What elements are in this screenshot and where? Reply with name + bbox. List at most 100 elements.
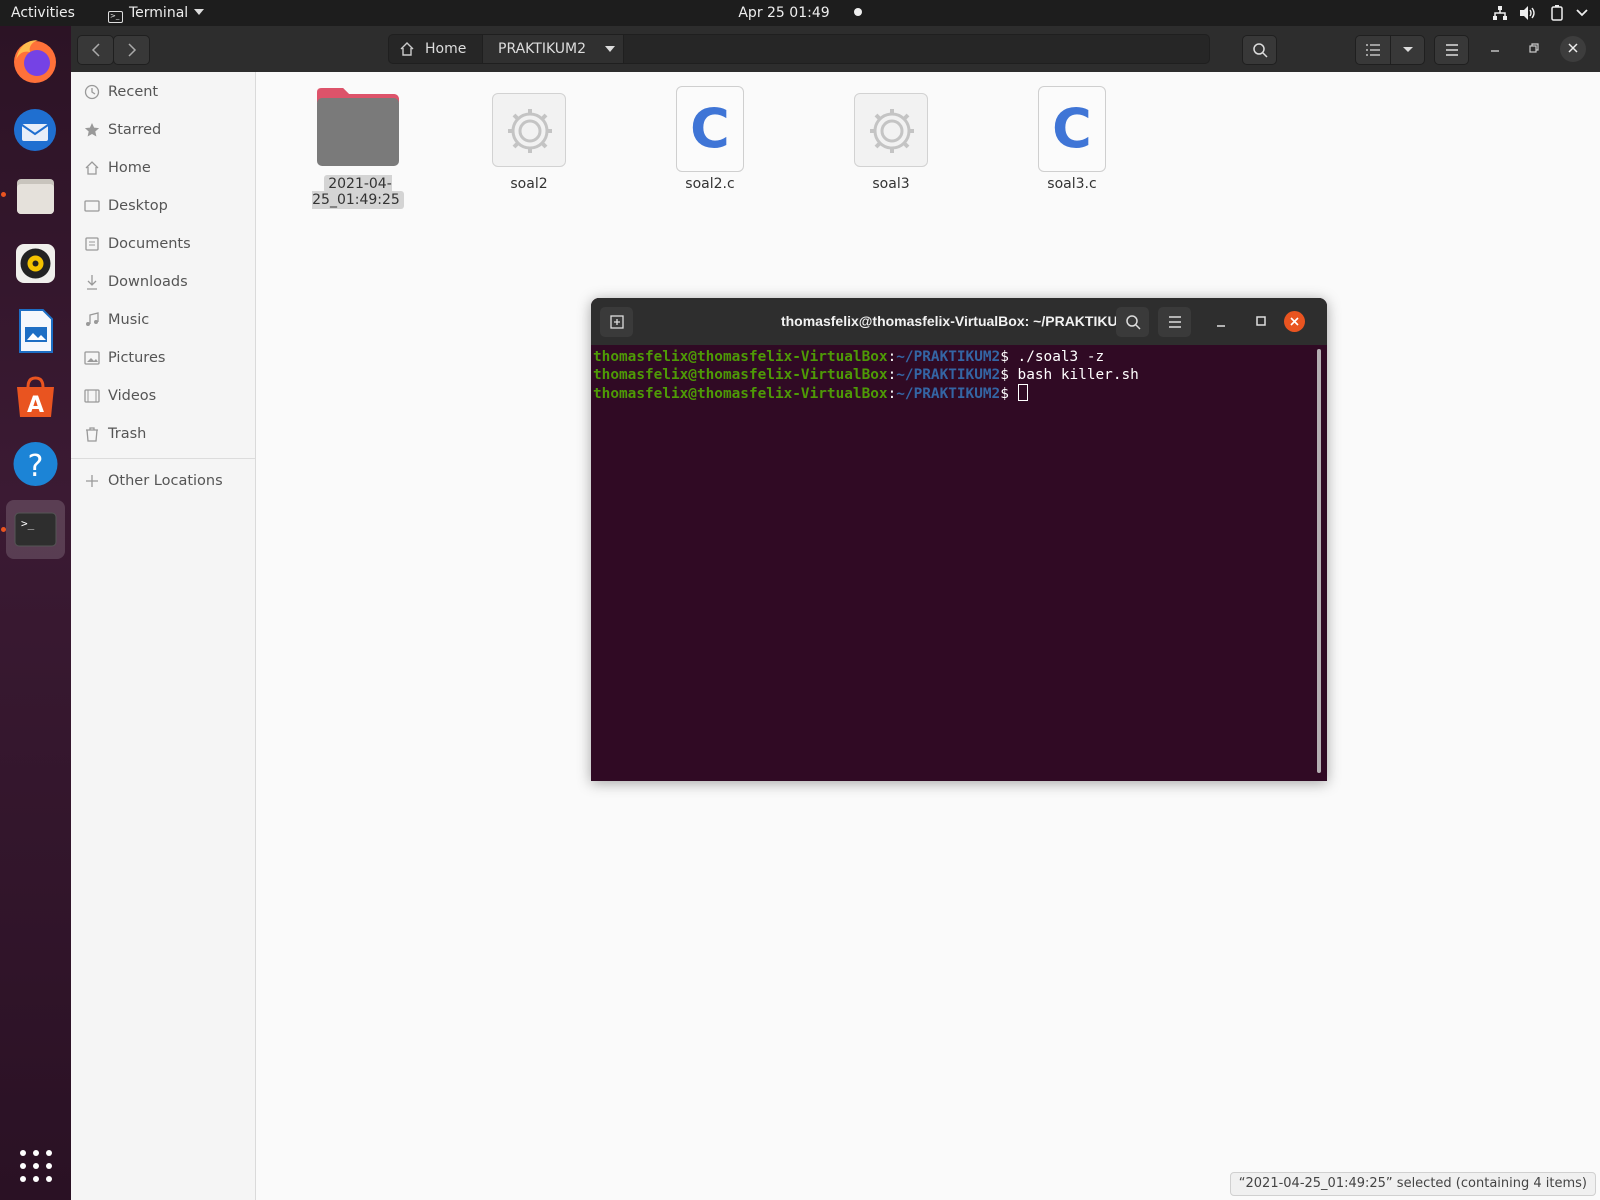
terminal-window[interactable]: thomasfelix@thomasfelix-VirtualBox: ~/PR… [591,298,1327,781]
picture-icon [84,351,100,365]
sidebar-item-label: Trash [108,426,147,442]
terminal-scrollbar[interactable] [1317,349,1321,773]
command-text: bash killer.sh [1017,367,1139,384]
c-source-icon: C [1038,86,1106,172]
prompt-path: ~/PRAKTIKUM2 [896,386,1001,403]
svg-text:>_: >_ [21,517,35,530]
command-text: ./soal3 -z [1017,349,1105,365]
dock: A ? >_ [0,26,71,1200]
maximize-icon[interactable] [1255,315,1267,327]
trash-icon [86,427,98,442]
sidebar-item-pictures[interactable]: Pictures [71,339,255,377]
close-icon [1568,43,1578,53]
sidebar-item-label: Desktop [108,198,168,214]
file-manager-header: Home PRAKTIKUM2 [71,26,1600,72]
sidebar-item-label: Music [108,312,150,328]
thunderbird-icon[interactable] [6,100,65,159]
clock[interactable]: Apr 25 01:49 [0,0,1600,26]
terminal-line: thomasfelix@thomasfelix-VirtualBox:~/PRA… [593,367,1139,384]
sidebar-item-music[interactable]: Music [71,301,255,339]
view-toggle-button[interactable] [1355,35,1391,65]
terminal-output[interactable]: thomasfelix@thomasfelix-VirtualBox:~/PRA… [593,348,1303,773]
terminal-icon[interactable]: >_ [6,500,65,559]
file-item[interactable]: soal3 [816,86,966,206]
sidebar-item-downloads[interactable]: Downloads [71,263,255,301]
file-name: soal3.c [1047,176,1097,192]
prompt-user: thomasfelix@thomasfelix-VirtualBox [593,386,888,403]
sidebar-item-starred[interactable]: Starred [71,111,255,149]
sidebar-item-label: Other Locations [108,473,223,489]
sidebar-item-other-locations[interactable]: Other Locations [71,462,255,500]
minimize-button[interactable] [1482,36,1508,62]
file-name: soal2 [510,176,548,192]
path-current-button[interactable]: PRAKTIKUM2 [483,35,624,63]
view-options-button[interactable] [1390,35,1425,65]
new-tab-button[interactable] [600,307,633,337]
minimize-icon[interactable] [1215,316,1227,328]
file-item[interactable]: 2021-04-25_01:49:25 [283,86,433,209]
sidebar-item-documents[interactable]: Documents [71,225,255,263]
plus-icon [86,475,98,487]
file-item[interactable]: soal2 [454,86,604,206]
close-button[interactable] [1560,36,1586,62]
star-icon [84,123,100,137]
hamburger-menu-icon [1168,316,1181,328]
sidebar-item-label: Documents [108,236,191,252]
rhythmbox-icon[interactable] [6,234,65,293]
chevron-down-icon [1402,47,1413,52]
path-home-button[interactable]: Home [389,35,483,63]
clock-icon [84,84,100,100]
sidebar-item-label: Downloads [108,274,188,290]
maximize-button[interactable] [1521,36,1547,62]
file-item[interactable]: C soal2.c [635,86,785,206]
file-item[interactable]: C soal3.c [997,86,1147,206]
sidebar-item-label: Videos [108,388,157,404]
restore-icon [1529,43,1539,53]
show-applications-icon[interactable] [20,1150,52,1182]
firefox-icon[interactable] [6,32,65,91]
terminal-close-button[interactable] [1284,311,1305,332]
desktop-icon [84,200,100,212]
menu-button[interactable] [1434,35,1469,65]
search-icon [1252,43,1268,58]
files-icon[interactable] [6,167,65,226]
back-button[interactable] [77,35,114,65]
list-view-icon [1366,44,1380,56]
minimize-icon [1491,50,1499,52]
sidebar: Recent Starred Home Desktop Documents Do… [71,72,256,1200]
prompt-user: thomasfelix@thomasfelix-VirtualBox [593,349,888,365]
music-icon [86,312,99,326]
status-bar: “2021-04-25_01:49:25” selected (containi… [1229,1172,1596,1196]
sidebar-item-label: Home [108,160,151,176]
chevron-down-icon [605,46,615,52]
libreoffice-writer-icon[interactable] [6,301,65,360]
path-home-label: Home [425,41,467,57]
network-icon[interactable] [1492,5,1508,21]
battery-icon[interactable] [1550,5,1564,21]
prompt-path: ~/PRAKTIKUM2 [896,349,1001,365]
terminal-menu-button[interactable] [1158,307,1191,337]
sidebar-item-label: Pictures [108,350,166,366]
prompt-path: ~/PRAKTIKUM2 [896,367,1001,384]
forward-button[interactable] [113,35,150,65]
sidebar-item-label: Recent [108,84,159,100]
sidebar-item-desktop[interactable]: Desktop [71,187,255,225]
software-icon[interactable]: A [6,368,65,427]
chevron-down-icon[interactable] [1576,9,1588,17]
sidebar-item-trash[interactable]: Trash [71,415,255,453]
file-name: 2021-04-25_01:49:25 [312,175,404,209]
svg-text:A: A [27,393,44,418]
prompt-user: thomasfelix@thomasfelix-VirtualBox [593,367,888,384]
help-icon[interactable]: ? [6,434,65,493]
path-current-label: PRAKTIKUM2 [498,41,586,57]
terminal-search-button[interactable] [1116,307,1149,337]
search-button[interactable] [1242,35,1277,65]
sidebar-item-recent[interactable]: Recent [71,73,255,111]
volume-icon[interactable] [1519,5,1537,21]
sidebar-item-home[interactable]: Home [71,149,255,187]
hamburger-menu-icon [1445,44,1458,56]
svg-text:?: ? [28,449,44,484]
search-icon [1125,315,1141,330]
sidebar-item-videos[interactable]: Videos [71,377,255,415]
file-name: soal2.c [685,176,735,192]
